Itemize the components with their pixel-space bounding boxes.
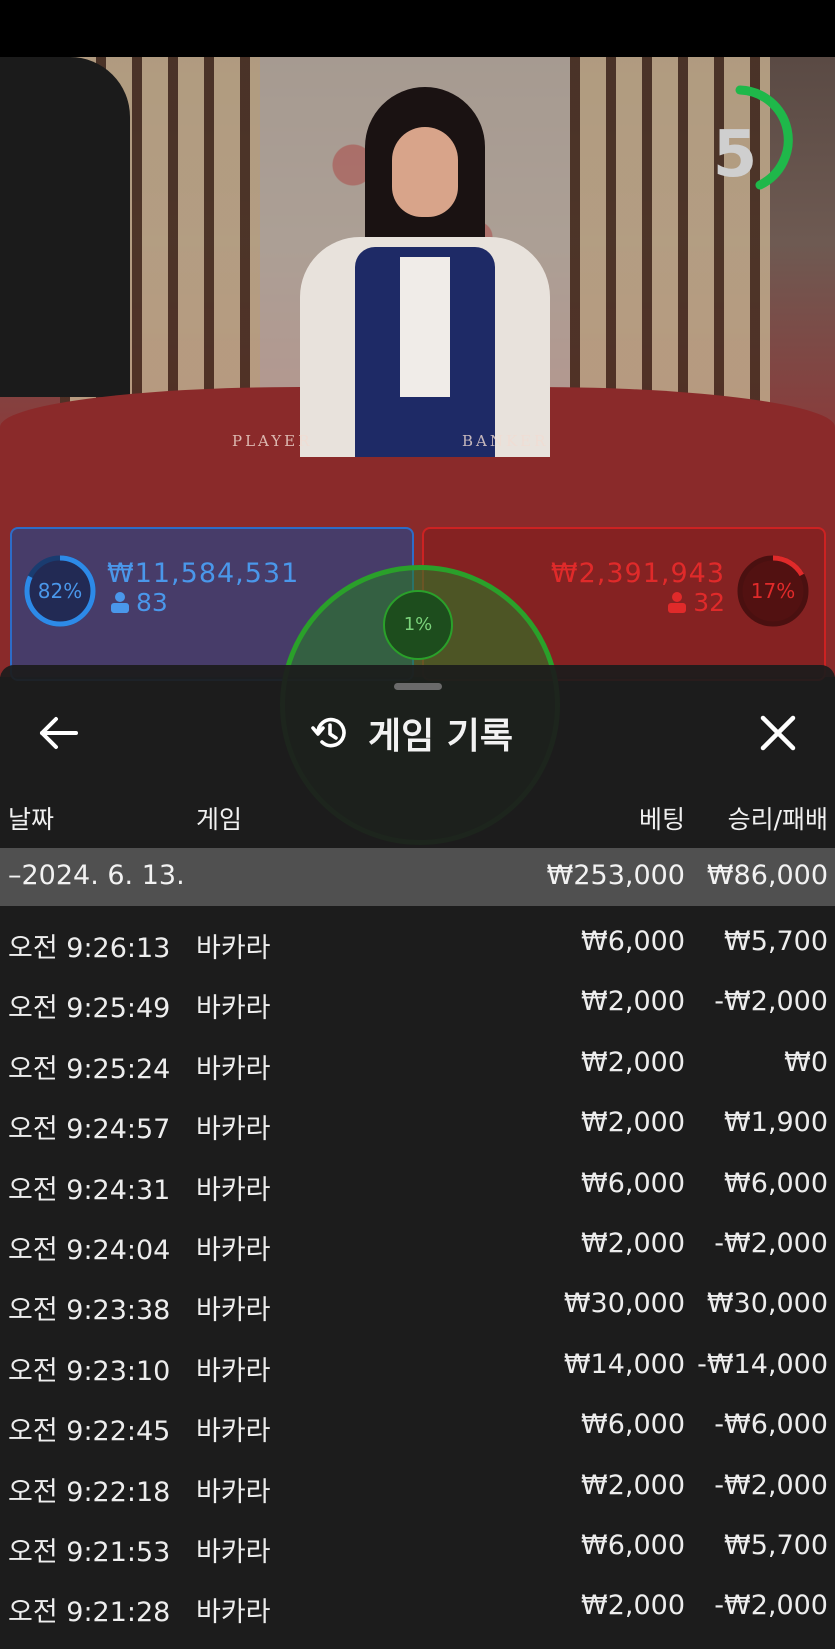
table-label-banker: BANKER bbox=[462, 432, 549, 450]
banker-bet-count: 32 bbox=[667, 588, 725, 617]
row-time: 오전 9:24:57 bbox=[8, 1114, 171, 1146]
row-win-loss: -₩14,000 bbox=[697, 1348, 828, 1380]
row-game: 바카라 bbox=[196, 1597, 271, 1629]
history-row[interactable]: 오전 9:23:38 바카라 ₩30,000 ₩30,000 bbox=[0, 1276, 835, 1336]
row-win-loss: ₩1,900 bbox=[724, 1107, 828, 1139]
column-header-game: 게임 bbox=[196, 805, 243, 834]
history-row[interactable]: 오전 9:24:57 바카라 ₩2,000 ₩1,900 bbox=[0, 1095, 835, 1155]
row-win-loss: ₩5,700 bbox=[724, 1529, 828, 1561]
row-bet: ₩30,000 bbox=[563, 1288, 685, 1320]
row-game: 바카라 bbox=[196, 1295, 271, 1327]
history-row[interactable]: 오전 9:25:49 바카라 ₩2,000 -₩2,000 bbox=[0, 974, 835, 1034]
row-win-loss: -₩2,000 bbox=[714, 1469, 828, 1501]
column-header-win-loss: 승리/패배 bbox=[727, 805, 828, 834]
row-win-loss: ₩6,000 bbox=[724, 1167, 828, 1199]
countdown-timer-value: 5 bbox=[712, 118, 758, 192]
close-button[interactable] bbox=[755, 710, 801, 756]
row-game: 바카라 bbox=[196, 1416, 271, 1448]
row-time: 오전 9:25:49 bbox=[8, 993, 171, 1025]
history-row[interactable]: 오전 9:22:45 바카라 ₩6,000 -₩6,000 bbox=[0, 1397, 835, 1457]
row-bet: ₩6,000 bbox=[581, 1409, 685, 1441]
column-header-date: 날짜 bbox=[8, 805, 55, 834]
dealer bbox=[300, 87, 550, 457]
history-row[interactable]: 오전 9:24:04 바카라 ₩2,000 -₩2,000 bbox=[0, 1216, 835, 1276]
history-list: 오전 9:26:13 바카라 ₩6,000 ₩5,700 오전 9:25:49 바카라 ₩… bbox=[0, 914, 835, 1639]
row-game: 바카라 bbox=[196, 1476, 271, 1508]
row-time: 오전 9:24:04 bbox=[8, 1234, 171, 1266]
close-icon bbox=[760, 715, 796, 751]
row-time: 오전 9:25:24 bbox=[8, 1053, 171, 1085]
page-title: 게임 기록 bbox=[310, 705, 513, 761]
history-row[interactable]: 오전 9:23:10 바카라 ₩14,000 -₩14,000 bbox=[0, 1337, 835, 1397]
player-bet-count-value: 83 bbox=[136, 588, 168, 617]
row-bet: ₩2,000 bbox=[581, 1469, 685, 1501]
row-game: 바카라 bbox=[196, 1234, 271, 1266]
row-win-loss: -₩6,000 bbox=[714, 1409, 828, 1441]
row-win-loss: ₩0 bbox=[784, 1046, 828, 1078]
row-win-loss: ₩5,700 bbox=[724, 926, 828, 957]
row-bet: ₩6,000 bbox=[581, 1529, 685, 1561]
row-game: 바카라 bbox=[196, 1355, 271, 1387]
row-time: 오전 9:24:31 bbox=[8, 1174, 171, 1206]
history-clock-icon bbox=[311, 717, 346, 748]
row-time: 오전 9:22:18 bbox=[8, 1476, 171, 1508]
row-bet: ₩2,000 bbox=[581, 986, 685, 1018]
row-bet: ₩2,000 bbox=[581, 1590, 685, 1622]
row-bet: ₩6,000 bbox=[581, 1167, 685, 1199]
row-game: 바카라 bbox=[196, 1536, 271, 1568]
history-row[interactable]: 오전 9:21:53 바카라 ₩6,000 ₩5,700 bbox=[0, 1518, 835, 1578]
row-bet: ₩6,000 bbox=[581, 926, 685, 957]
dealer-assistant bbox=[0, 57, 130, 397]
player-bet-count: 83 bbox=[110, 588, 168, 617]
row-win-loss: ₩30,000 bbox=[706, 1288, 828, 1320]
back-button[interactable] bbox=[36, 712, 84, 754]
history-row[interactable]: 오전 9:21:28 바카라 ₩2,000 -₩2,000 bbox=[0, 1578, 835, 1638]
history-row[interactable]: 오전 9:22:18 바카라 ₩2,000 -₩2,000 bbox=[0, 1458, 835, 1518]
row-time: 오전 9:21:28 bbox=[8, 1597, 171, 1629]
person-icon bbox=[668, 592, 687, 613]
row-win-loss: -₩2,000 bbox=[714, 1590, 828, 1622]
page-title-text: 게임 기록 bbox=[368, 716, 514, 757]
row-time: 오전 9:23:38 bbox=[8, 1295, 171, 1327]
row-bet: ₩2,000 bbox=[581, 1107, 685, 1139]
table-label-player: PLAYER bbox=[232, 432, 313, 450]
row-game: 바카라 bbox=[196, 1053, 271, 1085]
row-game: 바카라 bbox=[196, 1114, 271, 1146]
column-header-bet: 베팅 bbox=[638, 805, 685, 834]
history-row[interactable]: 오전 9:26:13 바카라 ₩6,000 ₩5,700 bbox=[0, 914, 835, 974]
summary-win-loss-total: ₩86,000 bbox=[706, 860, 828, 891]
player-bet-amount: ₩11,584,531 bbox=[107, 558, 300, 589]
row-game: 바카라 bbox=[196, 1174, 271, 1206]
row-time: 오전 9:22:45 bbox=[8, 1416, 171, 1448]
player-bet-percent: 82% bbox=[37, 579, 83, 603]
person-icon bbox=[111, 592, 129, 613]
history-row[interactable]: 오전 9:24:31 바카라 ₩6,000 ₩6,000 bbox=[0, 1156, 835, 1216]
banker-bet-count-value: 32 bbox=[693, 588, 725, 617]
banker-bet-percent: 17% bbox=[750, 579, 796, 603]
row-time: 오전 9:23:10 bbox=[8, 1355, 171, 1387]
row-time: 오전 9:26:13 bbox=[8, 933, 171, 964]
row-win-loss: -₩2,000 bbox=[714, 1227, 828, 1259]
summary-bet-total: ₩253,000 bbox=[546, 860, 685, 891]
row-bet: ₩2,000 bbox=[581, 1046, 685, 1078]
row-win-loss: -₩2,000 bbox=[714, 986, 828, 1018]
tie-bet-percent: 1% bbox=[383, 590, 453, 660]
sheet-drag-handle[interactable] bbox=[394, 683, 442, 690]
row-bet: ₩2,000 bbox=[581, 1227, 685, 1259]
row-game: 바카라 bbox=[196, 993, 271, 1025]
row-bet: ₩14,000 bbox=[563, 1348, 685, 1380]
banker-bet-amount: ₩2,391,943 bbox=[550, 558, 725, 589]
row-time: 오전 9:21:53 bbox=[8, 1536, 171, 1568]
row-game: 바카라 bbox=[196, 933, 271, 964]
arrow-left-icon bbox=[40, 717, 78, 749]
history-row[interactable]: 오전 9:25:24 바카라 ₩2,000 ₩0 bbox=[0, 1035, 835, 1095]
summary-date: –2024. 6. 13. bbox=[8, 860, 185, 891]
